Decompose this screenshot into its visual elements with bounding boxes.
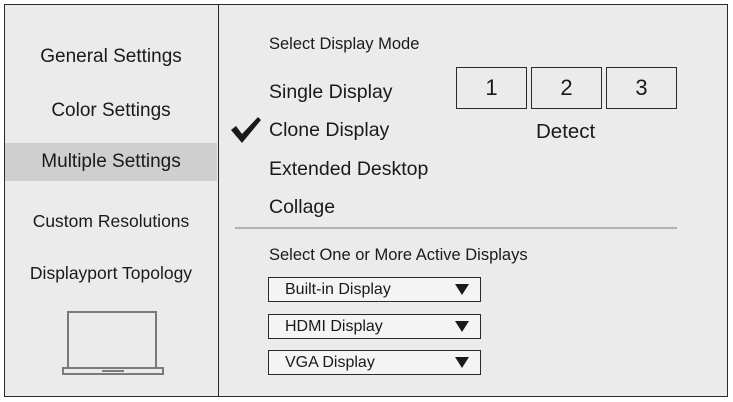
main-panel: Select Display Mode Single Display Clone… [219, 5, 727, 396]
active-display-dropdown-builtin[interactable]: Built-in Display [268, 277, 481, 302]
triangle-down-icon [455, 321, 469, 332]
display-3-button[interactable]: 3 [606, 67, 677, 109]
laptop-icon [62, 311, 164, 375]
sidebar-item-multiple-settings[interactable]: Multiple Settings [5, 143, 217, 181]
display-1-button[interactable]: 1 [456, 67, 527, 109]
sidebar-item-general-settings[interactable]: General Settings [5, 38, 217, 76]
dropdown-value: HDMI Display [285, 318, 383, 335]
sidebar-item-displayport-topology[interactable]: Displayport Topology [5, 254, 217, 292]
display-2-button[interactable]: 2 [531, 67, 602, 109]
sidebar-item-color-settings[interactable]: Color Settings [5, 92, 217, 130]
display-mode-title: Select Display Mode [269, 35, 420, 53]
detect-button[interactable]: Detect [536, 120, 595, 144]
dropdown-value: Built-in Display [285, 281, 391, 298]
triangle-down-icon [455, 284, 469, 295]
mode-option-single-display[interactable]: Single Display [269, 81, 393, 104]
sidebar-item-custom-resolutions[interactable]: Custom Resolutions [5, 202, 217, 240]
checkmark-icon [231, 117, 261, 143]
mode-option-clone-display[interactable]: Clone Display [269, 119, 389, 142]
active-display-dropdown-hdmi[interactable]: HDMI Display [268, 314, 481, 339]
active-displays-title: Select One or More Active Displays [269, 246, 528, 264]
triangle-down-icon [455, 357, 469, 368]
multiple-display-settings-window: General Settings Color Settings Multiple… [4, 4, 728, 397]
active-display-dropdown-vga[interactable]: VGA Display [268, 350, 481, 375]
dropdown-value: VGA Display [285, 354, 375, 371]
mode-option-extended-desktop[interactable]: Extended Desktop [269, 158, 428, 181]
sidebar: General Settings Color Settings Multiple… [5, 5, 219, 396]
mode-option-collage[interactable]: Collage [269, 196, 335, 219]
section-divider [235, 227, 677, 229]
